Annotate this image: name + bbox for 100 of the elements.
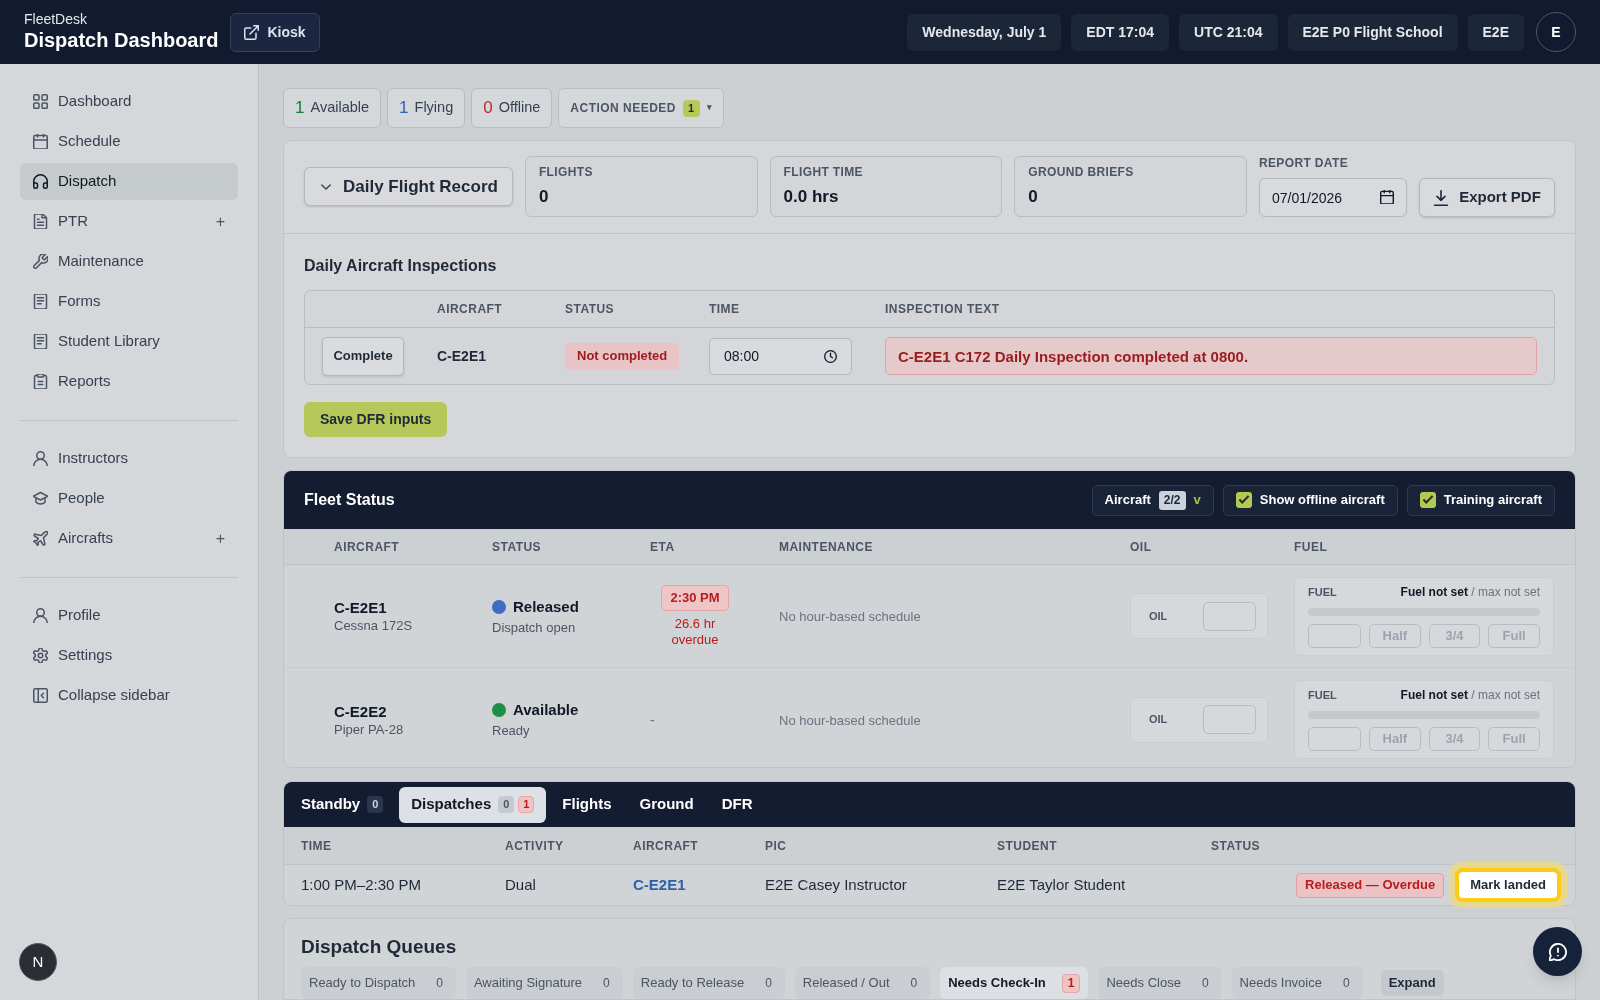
sidebar-item[interactable]: Collapse sidebar	[20, 677, 238, 714]
export-pdf-button[interactable]: Export PDF	[1419, 178, 1555, 217]
brand-name: FleetDesk	[24, 11, 89, 28]
stat-label: GROUND BRIEFS	[1028, 165, 1135, 179]
queue-tab[interactable]: Awaiting Signature 0	[465, 967, 623, 999]
aircraft-link[interactable]: C-E2E1	[633, 876, 686, 893]
date-field[interactable]: 07/01/2026	[1259, 178, 1407, 217]
card-title: Dispatch Queues	[301, 935, 458, 959]
status-label: Flying	[414, 98, 454, 118]
sidebar-item[interactable]: Dashboard	[20, 83, 238, 120]
checkbox[interactable]	[1235, 492, 1252, 508]
date-label: REPORT DATE	[1259, 156, 1350, 170]
queue-count: 0	[602, 975, 611, 992]
wrench-icon	[33, 254, 48, 269]
sidebar-item[interactable]: Reports	[20, 363, 238, 400]
plus-icon[interactable]: +	[215, 213, 225, 230]
time-field[interactable]: 08:00	[709, 337, 852, 375]
header-info-pill: Wednesday, July 1	[907, 13, 1062, 51]
count-badge: 0	[367, 796, 384, 813]
oil-input-field[interactable]	[1203, 705, 1256, 734]
status-label: Offline	[498, 98, 541, 118]
column-header: ACTIVITY	[505, 837, 565, 855]
queue-tab[interactable]: Needs Check-In 1	[940, 967, 1089, 999]
tab[interactable]: Ground	[627, 786, 706, 823]
expand-button[interactable]: Expand	[1380, 970, 1444, 996]
aircraft-model: Cessna 172S	[334, 617, 414, 634]
tab[interactable]: Dispatches 0 1	[399, 786, 547, 823]
column-header: AIRCRAFT	[437, 301, 504, 318]
record-toggle[interactable]: Daily Flight Record	[304, 167, 513, 206]
aircraft-tail: C-E2E1	[334, 598, 388, 617]
queue-tab[interactable]: Ready to Release 0	[632, 967, 785, 999]
queue-count: 0	[1341, 975, 1351, 992]
status-text: Available	[513, 700, 579, 720]
oil-label: OIL	[1149, 712, 1168, 728]
queue-tab[interactable]: Ready to Dispatch 0	[301, 967, 456, 999]
oil-label: OIL	[1149, 608, 1168, 624]
status-count: 0	[483, 97, 493, 120]
column-header: OIL	[1130, 538, 1153, 556]
kiosk-button[interactable]: Kiosk	[230, 12, 320, 52]
calendar-icon	[1380, 190, 1394, 204]
external-link-icon	[244, 24, 260, 40]
tab[interactable]: DFR	[709, 786, 765, 823]
status-detail: Ready	[492, 722, 531, 739]
maintenance-text: No hour-based schedule	[779, 712, 921, 728]
dev-badge[interactable]: N	[19, 943, 57, 981]
status-detail: Dispatch open	[492, 618, 577, 636]
aircraft-filter-dropdown[interactable]: Aircraft 2/2 v	[1091, 484, 1214, 516]
queue-count: 0	[764, 975, 773, 992]
overdue-note: 26.6 hr overdue	[670, 615, 720, 648]
action-needed-dropdown[interactable]: ACTION NEEDED 1 ▾	[558, 88, 725, 128]
stat-value: 0	[538, 186, 550, 208]
tab[interactable]: Flights	[550, 786, 624, 823]
fuel-input-field[interactable]	[1308, 623, 1361, 648]
checkbox[interactable]	[1419, 492, 1436, 508]
header-info-pill: E2E P0 Flight School	[1287, 13, 1458, 51]
queue-tab[interactable]: Needs Invoice 0	[1231, 967, 1363, 999]
save-button[interactable]: Save DFR inputs	[304, 402, 448, 437]
queue-tab[interactable]: Needs Close 0	[1098, 967, 1222, 999]
person-icon	[33, 608, 48, 623]
sidebar-item[interactable]: Student Library	[20, 323, 238, 360]
tab[interactable]: Standby 0	[289, 786, 396, 823]
column-header: STATUS	[492, 538, 543, 556]
aircraft-model: Piper PA-28	[334, 720, 405, 738]
stat-label: FLIGHT TIME	[783, 165, 864, 179]
status-count: 1	[399, 97, 409, 120]
column-header: PIC	[765, 837, 788, 855]
plus-icon[interactable]: +	[215, 530, 225, 547]
sidebar-item[interactable]: PTR +	[20, 203, 238, 240]
graduation-cap-icon	[33, 491, 48, 506]
count-badge: 1	[518, 796, 535, 813]
plane-icon	[33, 531, 48, 546]
mark-landed-button[interactable]: Mark landed	[1455, 868, 1561, 902]
clipboard-icon	[33, 374, 48, 389]
status-count: 1	[295, 97, 305, 120]
queue-count: 0	[909, 975, 919, 992]
sidebar-item[interactable]: Forms	[20, 283, 238, 320]
sidebar-item[interactable]: Maintenance	[20, 243, 238, 280]
fuel-label: FUEL	[1308, 584, 1337, 599]
inspection-text-field[interactable]: C-E2E1 C172 Daily Inspection completed at 0800.	[885, 337, 1537, 375]
sidebar-item[interactable]: Dispatch	[20, 163, 238, 200]
count-badge: 2/2	[1158, 490, 1186, 510]
sidebar-item[interactable]: People	[20, 480, 238, 517]
stat-label: FLIGHTS	[538, 165, 594, 179]
document-icon	[33, 214, 48, 229]
column-header: INSPECTION TEXT	[885, 301, 1001, 318]
sidebar-item[interactable]: Profile	[20, 597, 238, 634]
column-header: STUDENT	[997, 837, 1059, 855]
queue-tab[interactable]: Released / Out 0	[794, 967, 931, 999]
speech-bubble-icon	[1548, 942, 1567, 961]
complete-button[interactable]: Complete	[322, 336, 404, 376]
oil-input-field[interactable]	[1203, 601, 1256, 631]
sidebar-item[interactable]: Instructors	[20, 440, 238, 477]
sidebar-item[interactable]: Aircrafts +	[20, 520, 238, 557]
column-header: TIME	[709, 301, 741, 318]
section-title: Daily Aircraft Inspections	[304, 256, 498, 276]
activity-cell-text: Dual	[505, 874, 537, 895]
sidebar-item[interactable]: Settings	[20, 637, 238, 674]
sidebar-item[interactable]: Schedule	[20, 123, 238, 160]
fuel-input-field[interactable]	[1308, 727, 1361, 751]
column-header: MAINTENANCE	[779, 538, 874, 556]
